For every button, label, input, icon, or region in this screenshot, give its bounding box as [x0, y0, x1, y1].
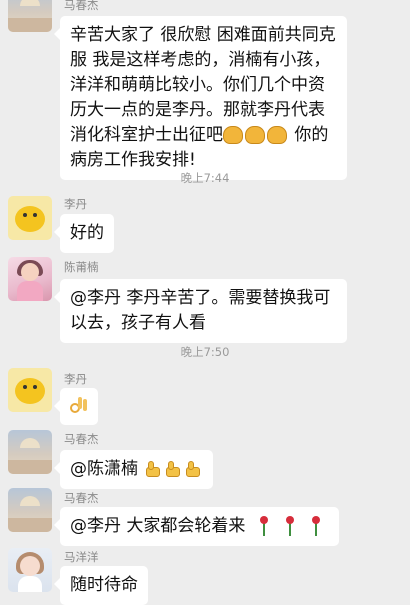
- sender-name: 陈莆楠: [64, 260, 99, 274]
- fist-emoji-icon: [223, 126, 243, 144]
- sender-name: 马春杰: [64, 432, 99, 446]
- message-text: @李丹 大家都会轮着来: [70, 516, 246, 536]
- avatar[interactable]: [8, 548, 52, 592]
- message-text: @李丹 李丹辛苦了。需要替换我可以去，孩子有人看: [70, 288, 331, 333]
- sender-name: 马洋洋: [64, 550, 99, 564]
- rose-emoji-icon: [309, 516, 323, 536]
- message-bubble[interactable]: @李丹 李丹辛苦了。需要替换我可以去，孩子有人看: [54, 279, 347, 343]
- thumbs-up-emoji-icon: [143, 460, 161, 478]
- message-text: 好的: [70, 223, 104, 243]
- sender-name: 马春杰: [64, 491, 99, 505]
- avatar[interactable]: [8, 0, 52, 32]
- avatar[interactable]: [8, 196, 52, 240]
- fist-emoji-icon: [267, 126, 287, 144]
- timestamp-divider: 晚上7:50: [180, 345, 230, 359]
- rose-emoji-icon: [257, 516, 271, 536]
- message-text: @陈潇楠: [70, 459, 138, 479]
- message-bubble[interactable]: 辛苦大家了 很欣慰 困难面前共同克服 我是这样考虑的，消楠有小孩，洋洋和萌萌比较…: [54, 16, 347, 180]
- message-bubble[interactable]: @李丹 大家都会轮着来: [54, 507, 339, 546]
- avatar[interactable]: [8, 368, 52, 412]
- message-bubble[interactable]: [54, 388, 98, 425]
- timestamp-divider: 晚上7:44: [180, 171, 230, 185]
- sender-name: 李丹: [64, 372, 87, 386]
- fist-emoji-icon: [245, 126, 265, 144]
- sender-name: 李丹: [64, 197, 87, 211]
- rose-emoji-icon: [283, 516, 297, 536]
- message-bubble[interactable]: @陈潇楠: [53, 450, 214, 489]
- sender-name: 马春杰: [64, 0, 99, 12]
- message-bubble[interactable]: 好的: [54, 214, 114, 253]
- thumbs-up-emoji-icon: [183, 460, 201, 478]
- message-text: 随时待命: [70, 575, 138, 595]
- thumbs-up-emoji-icon: [163, 460, 181, 478]
- avatar[interactable]: [8, 257, 52, 301]
- avatar[interactable]: [8, 430, 52, 474]
- message-bubble[interactable]: 随时待命: [54, 566, 148, 605]
- avatar[interactable]: [8, 488, 52, 532]
- ok-hand-emoji-icon: [68, 395, 90, 417]
